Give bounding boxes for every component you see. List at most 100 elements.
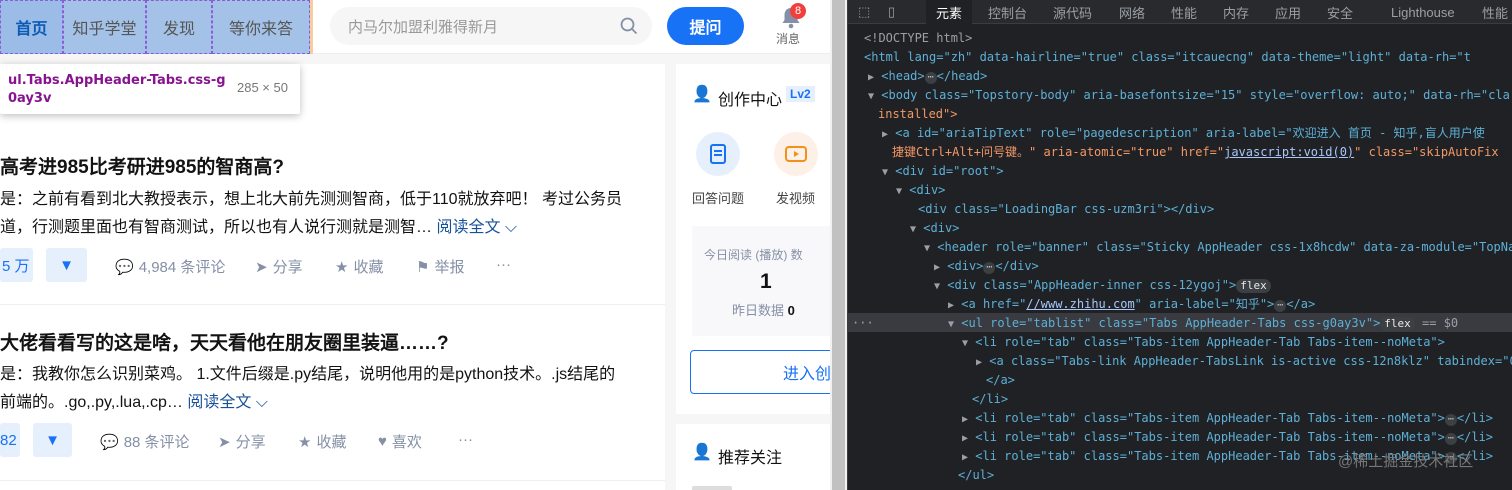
tab-performance-insights[interactable]: 性能 (1482, 0, 1508, 24)
share-button[interactable]: ➤ 分享 (255, 256, 303, 277)
expand-arrow-icon[interactable]: ▶ (868, 72, 874, 83)
share-button[interactable]: ➤ 分享 (218, 431, 266, 452)
avatar[interactable] (692, 486, 732, 490)
tab-application[interactable]: 应用 (1275, 0, 1301, 24)
tab-security[interactable]: 安全 (1327, 0, 1353, 24)
collapse-arrow-icon[interactable]: ▼ (868, 91, 874, 102)
tab-console[interactable]: 控制台 (988, 0, 1027, 24)
dom-line[interactable]: </a> (986, 371, 1015, 390)
tab-performance[interactable]: 性能 (1171, 0, 1197, 24)
expand-arrow-icon[interactable]: ▶ (948, 300, 954, 311)
upvote-button[interactable]: 5 万 (0, 248, 33, 282)
dom-line[interactable]: ▶ <head> ⋯ </head> (868, 67, 987, 86)
dom-line[interactable]: <div class="LoadingBar css-uzm3ri"></div… (918, 200, 1214, 219)
tab-network[interactable]: 网络 (1119, 0, 1145, 24)
tab-zhihu-school[interactable]: 知乎学堂 (63, 0, 146, 54)
notifications-label[interactable]: 消息 (776, 30, 800, 47)
dom-line[interactable]: 捷键Ctrl+Alt+问号键。" aria-atomic="true" href… (892, 143, 1499, 162)
notification-badge: 8 (790, 3, 806, 19)
flex-badge[interactable]: flex (1380, 317, 1415, 331)
creator-center-title[interactable]: 创作中心 (718, 86, 782, 110)
dom-line[interactable]: </ul> (958, 466, 994, 485)
dom-line[interactable]: ▼ <div id="root"> (882, 162, 1004, 181)
favorite-button[interactable]: ★ 收藏 (335, 256, 383, 277)
dom-line[interactable]: installed"> (878, 105, 957, 124)
report-button[interactable]: ⚑ 举报 (416, 256, 464, 277)
tab-memory[interactable]: 内存 (1223, 0, 1249, 24)
post-video-button[interactable] (774, 132, 818, 176)
favorite-button[interactable]: ★ 收藏 (298, 431, 346, 452)
scrollbar-thumb[interactable] (832, 0, 845, 490)
comments-button[interactable]: 💬 4,984 条评论 (115, 256, 225, 277)
dom-line[interactable]: ▶ <li role="tab" class="Tabs-item AppHea… (962, 428, 1493, 447)
like-button[interactable]: ♥ 喜欢 (378, 431, 422, 452)
dom-line[interactable]: ▶ <a id="ariaTipText" role="pagedescript… (882, 124, 1485, 143)
dom-line[interactable]: ▼ <div> (896, 181, 945, 200)
dom-line[interactable]: ▼ <header role="banner" class="Sticky Ap… (924, 238, 1512, 257)
comments-button[interactable]: 💬 88 条评论 (100, 431, 190, 452)
expand-arrow-icon[interactable]: ▶ (976, 357, 982, 368)
downvote-button[interactable]: ▼ (33, 423, 72, 457)
collapse-arrow-icon[interactable]: ▼ (896, 186, 902, 197)
tab-waiting-answers[interactable]: 等你来答 (212, 0, 310, 54)
search-input[interactable]: 内马尔加盟利雅得新月 (330, 7, 652, 45)
answer-excerpt[interactable]: 是：我教你怎么识别菜鸡。 1.文件后缀是.py结尾，说明他用的是python技术… (0, 361, 615, 389)
zhihu-link[interactable]: //www.zhihu.com (1026, 297, 1134, 311)
tab-lighthouse[interactable]: Lighthouse (1391, 0, 1455, 24)
dom-line[interactable]: <html lang="zh" data-hairline="true" cla… (864, 48, 1471, 67)
dom-line[interactable]: ▼ <div> (910, 219, 959, 238)
tab-discover[interactable]: 发现 (146, 0, 212, 54)
more-button[interactable]: ··· (496, 256, 511, 273)
answer-excerpt-line2[interactable]: 前端的。.go,.py,.lua,.cp… 阅读全文 ⌵ (0, 389, 268, 417)
dom-line[interactable]: </li> (972, 390, 1008, 409)
expand-arrow-icon[interactable]: ▶ (962, 433, 968, 444)
enter-creator-center-button[interactable]: 进入创 (690, 350, 836, 394)
search-icon[interactable] (620, 17, 638, 35)
dom-line[interactable]: ▼ <li role="tab" class="Tabs-item AppHea… (962, 333, 1445, 352)
dom-line[interactable]: ▶ <a href="//www.zhihu.com" aria-label="… (948, 295, 1315, 314)
expand-arrow-icon[interactable]: ▶ (882, 129, 888, 140)
ask-button[interactable]: 提问 (667, 7, 744, 45)
expand-arrow-icon[interactable]: ▶ (934, 262, 940, 273)
flex-badge[interactable]: flex (1236, 279, 1271, 293)
more-button[interactable]: ··· (458, 431, 473, 448)
tab-elements[interactable]: 元素 (926, 0, 973, 24)
upvote-button[interactable]: 82 (0, 423, 20, 457)
post-video-label[interactable]: 发视频 (776, 188, 815, 207)
read-more-link[interactable]: 阅读全文 (436, 219, 500, 236)
collapse-arrow-icon[interactable]: ▼ (948, 319, 954, 330)
dom-line-selected[interactable]: ▼ <ul role="tablist" class="Tabs AppHead… (948, 314, 1458, 333)
answer-excerpt[interactable]: 是：之前有看到北大教授表示，想上北大前先测测智商，低于110就放弃吧！ 考过公务… (0, 186, 622, 214)
dom-line[interactable]: ▶ <div> ⋯ </div> (934, 257, 1039, 276)
collapse-arrow-icon[interactable]: ▼ (934, 281, 940, 292)
expand-arrow-icon[interactable]: ▶ (962, 414, 968, 425)
dom-line[interactable]: ▼ <body class="Topstory-body" aria-basef… (868, 86, 1510, 105)
tab-sources[interactable]: 源代码 (1053, 0, 1092, 24)
collapse-arrow-icon[interactable]: ▼ (962, 338, 968, 349)
answer-question-button[interactable] (696, 132, 740, 176)
dom-line[interactable]: <!DOCTYPE html> (864, 29, 972, 48)
today-reads-label: 今日阅读 (播放) 数 (704, 248, 803, 262)
collapse-arrow-icon[interactable]: ▼ (910, 224, 916, 235)
dom-line[interactable]: ▼ <div class="AppHeader-inner css-12ygoj… (934, 276, 1271, 295)
inspect-element-icon[interactable]: ⬚ (858, 0, 876, 24)
downvote-button[interactable]: ▼ (46, 248, 87, 282)
answer-question-label[interactable]: 回答问题 (692, 188, 744, 207)
dom-line-selected[interactable]: ··· (852, 314, 874, 333)
collapse-arrow-icon[interactable]: ▼ (924, 243, 930, 254)
question-title[interactable]: 大佬看看写的这是啥，天天看他在朋友圈里装逼……? (0, 328, 449, 355)
dom-line[interactable]: ▶ <a class="Tabs-link AppHeader-TabsLink… (976, 352, 1512, 371)
collapse-arrow-icon[interactable]: ▼ (882, 167, 888, 178)
star-icon: ★ (335, 258, 349, 276)
chevron-down-icon: ⌵ (500, 219, 518, 236)
device-toolbar-icon[interactable]: ▯ (888, 0, 906, 24)
read-more-link[interactable]: 阅读全文 (187, 394, 251, 411)
expand-arrow-icon[interactable]: ▶ (962, 452, 968, 463)
heart-icon: ♥ (378, 433, 387, 450)
answer-excerpt-line2[interactable]: 道，行测题里面也有智商测试，所以也有人说行测就是测智… 阅读全文 ⌵ (0, 214, 517, 242)
recommend-follow-title: 推荐关注 (718, 450, 783, 467)
question-title[interactable]: 高考进985比考研进985的智商高? (0, 152, 284, 179)
javascript-void-link[interactable]: javascript:void(0) (1224, 145, 1354, 159)
dom-line[interactable]: ▶ <li role="tab" class="Tabs-item AppHea… (962, 409, 1493, 428)
tab-home[interactable]: 首页 (0, 0, 63, 54)
